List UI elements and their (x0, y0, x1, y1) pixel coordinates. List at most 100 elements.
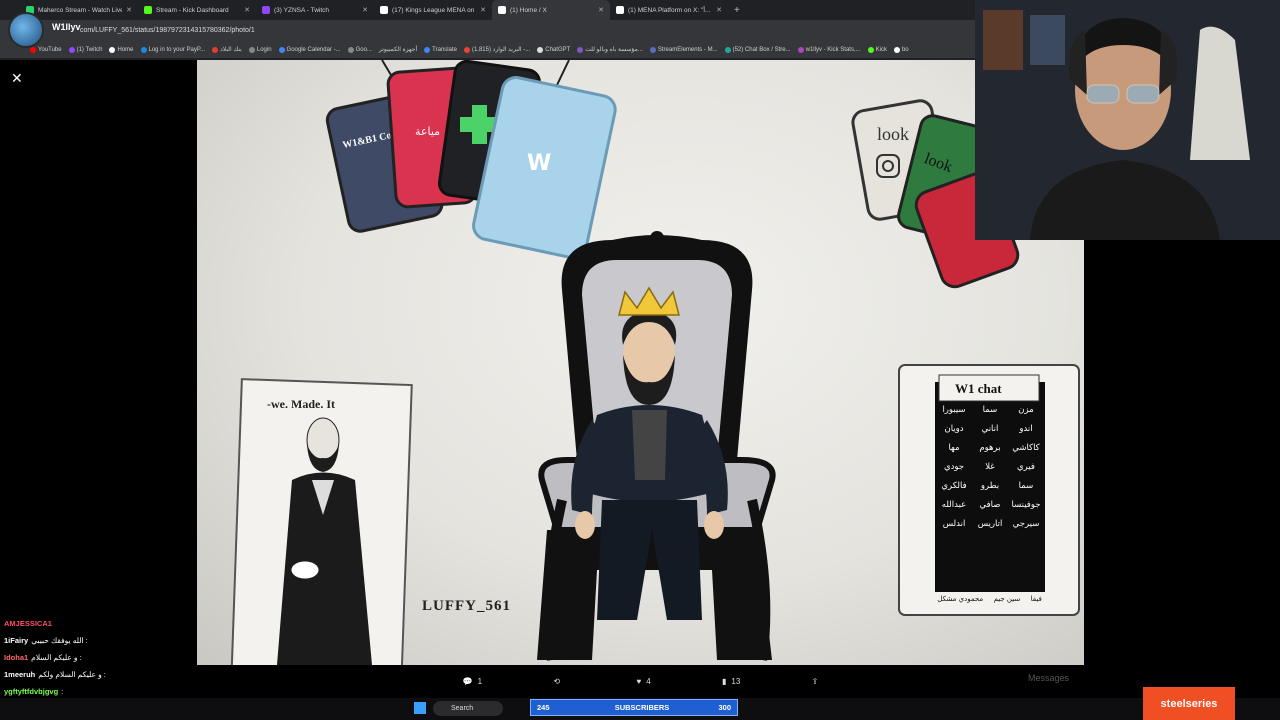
chat-name: سما (982, 405, 998, 415)
tab-title: (1) MENA Platform on X: "أ... (628, 7, 711, 14)
close-icon[interactable]: ✕ (598, 6, 604, 14)
bookmark-label: (52) Chat Box / Stre... (732, 46, 791, 53)
chat-name: اندلس (942, 519, 966, 529)
chat-name: دويان (944, 424, 964, 434)
bookmarks-bar: YouTube (1) Twitch Home Log in to your P… (0, 41, 975, 58)
heart-icon: ♥ (636, 676, 642, 686)
bookmark-item[interactable]: Home (109, 46, 134, 53)
bookmark-label: بنك البلاد (220, 47, 242, 53)
bookmark-label: Kick (875, 46, 887, 53)
tab-title: Maherco Stream - Watch Live ... (38, 6, 123, 14)
chat-name: جودي (943, 462, 965, 472)
chat-message: 1meeruh و عليكم السلام ولكم : (0, 666, 197, 683)
bookmark-item[interactable]: w1llyv - Kick Stats,... (797, 46, 861, 53)
tab-kick-dashboard[interactable]: Stream - Kick Dashboard ✕ (138, 0, 256, 20)
bookmark-item[interactable]: Log in to your PayP... (140, 46, 205, 53)
chat-text: و عليكم السلام ولكم : (38, 670, 106, 679)
tab-kings-league[interactable]: (17) Kings League MENA on X: ✕ (374, 0, 492, 20)
chat-username: AMJESSICA1 (4, 619, 52, 628)
bookmark-label: bo (901, 46, 909, 53)
bookmark-label: StreamElements - M... (657, 46, 718, 53)
bookmark-item[interactable]: StreamElements - M... (649, 46, 718, 53)
chat-name: فالكري (941, 481, 967, 491)
chat-name: بطرو (980, 481, 1000, 491)
bookmark-item[interactable]: (52) Chat Box / Stre... (724, 46, 791, 53)
chat-name: سيرجي (1012, 519, 1040, 529)
bookmark-item[interactable]: بنك البلاد (212, 46, 242, 53)
chat-name: اتاريس (977, 519, 1003, 529)
chat-name: صافي (979, 500, 1001, 510)
card-arabic-label: مياعة (415, 125, 440, 138)
subscriber-label: SUBSCRIBERS (614, 703, 670, 712)
chat-username: 1iFairy (4, 636, 29, 645)
artwork-image: W1&B1 Community مياعة W look look -we. M (197, 60, 1084, 665)
repost-icon: ⟲ (553, 676, 561, 686)
address-bar[interactable]: com/LUFFY_561/status/1987972314315780362… (0, 20, 975, 41)
reply-button[interactable]: 💬 1 (463, 677, 482, 686)
card-look-label: look (877, 124, 909, 144)
artist-signature: LUFFY_561 (422, 598, 511, 614)
bookmark-label: w1llyv - Kick Stats,... (805, 46, 861, 53)
bookmark-label: Translate (432, 46, 457, 53)
repost-button[interactable]: ⟲ (553, 677, 565, 686)
bookmark-item[interactable]: مؤسسة باه وبالو للت... (577, 46, 643, 53)
bookmark-item[interactable]: (1) Twitch (68, 46, 102, 53)
bookmark-item[interactable]: ChatGPT (537, 46, 570, 53)
bookmark-item[interactable]: Login (248, 46, 272, 53)
bookmark-item[interactable]: (1,815) البريد الوارد -... (463, 46, 531, 53)
w-logo: W (527, 151, 551, 176)
subscriber-goal: 300 (718, 703, 731, 712)
like-count: 4 (646, 676, 651, 686)
bookmark-label: YouTube (38, 46, 62, 53)
messages-drawer-label[interactable]: Messages (1028, 673, 1069, 683)
windows-start-icon[interactable] (414, 702, 426, 714)
org-icon (577, 46, 584, 53)
twitch-icon (68, 46, 75, 53)
chat-name: اندو (1019, 424, 1033, 434)
bank-icon (212, 46, 219, 53)
close-icon[interactable]: ✕ (126, 6, 132, 14)
url-text[interactable]: com/LUFFY_561/status/1987972314315780362… (80, 27, 255, 34)
chat-text: و عليكم السلام : (31, 653, 82, 662)
bookmark-item[interactable]: Translate (424, 46, 457, 53)
bookmark-item[interactable]: Google Calendar -... (278, 46, 341, 53)
webcam-feed (975, 0, 1280, 240)
reply-icon: 💬 (462, 676, 473, 686)
bookmark-label: Login (256, 46, 272, 53)
globe-icon (248, 46, 255, 53)
views-button[interactable]: ▮ 13 (722, 677, 740, 686)
chat-poster-footer: فيفا سين جيم محمودي مشكل (932, 595, 1047, 603)
x-logo-icon (109, 46, 116, 53)
tab-twitch[interactable]: (3) YZNSA - Twitch ✕ (256, 0, 374, 20)
chat-name: غلا (985, 462, 995, 472)
chat-poster-title: W1 chat (955, 381, 1002, 396)
share-button[interactable]: ⇪ (812, 677, 819, 686)
bookmark-item[interactable]: bo (893, 46, 909, 53)
close-icon[interactable]: ✕ (244, 6, 250, 14)
new-tab-button[interactable]: + (734, 5, 740, 16)
bookmark-item[interactable]: YouTube (30, 46, 62, 53)
close-icon[interactable]: ✕ (11, 70, 23, 87)
chat-poster-names: مزن سما سيبورا اندو اناني دويان كاكاشي ب… (937, 405, 1043, 529)
bookmark-item[interactable]: Goo... (347, 46, 372, 53)
like-button[interactable]: ♥ 4 (636, 677, 650, 686)
tab-title: (3) YZNSA - Twitch (274, 6, 330, 14)
close-icon[interactable]: ✕ (716, 6, 722, 14)
tab-mena-platform[interactable]: (1) MENA Platform on X: "أ... ✕ (610, 0, 728, 20)
chat-message: Idoha1 و عليكم السلام : (0, 649, 197, 666)
chat-footer-name: محمودي مشكل (937, 595, 984, 603)
chat-footer-name: فيفا (1030, 595, 1042, 603)
calendar-icon (278, 46, 285, 53)
bookmark-label: مؤسسة باه وبالو للت... (585, 47, 643, 53)
tab-home-x[interactable]: (1) Home / X ✕ (492, 0, 610, 20)
close-icon[interactable]: ✕ (480, 6, 486, 14)
bookmark-item[interactable]: أجهزة الكمبيوتر (379, 46, 417, 53)
chat-name: فيري (1017, 462, 1035, 472)
close-icon[interactable]: ✕ (362, 6, 368, 14)
subscriber-count: 245 (537, 703, 550, 712)
x-logo-icon (498, 6, 506, 14)
taskbar-search[interactable]: Search (433, 701, 503, 716)
x-logo-icon (616, 6, 624, 14)
bookmark-item[interactable]: Kick (867, 46, 887, 53)
bookmark-label: (1,815) البريد الوارد -... (471, 47, 531, 53)
